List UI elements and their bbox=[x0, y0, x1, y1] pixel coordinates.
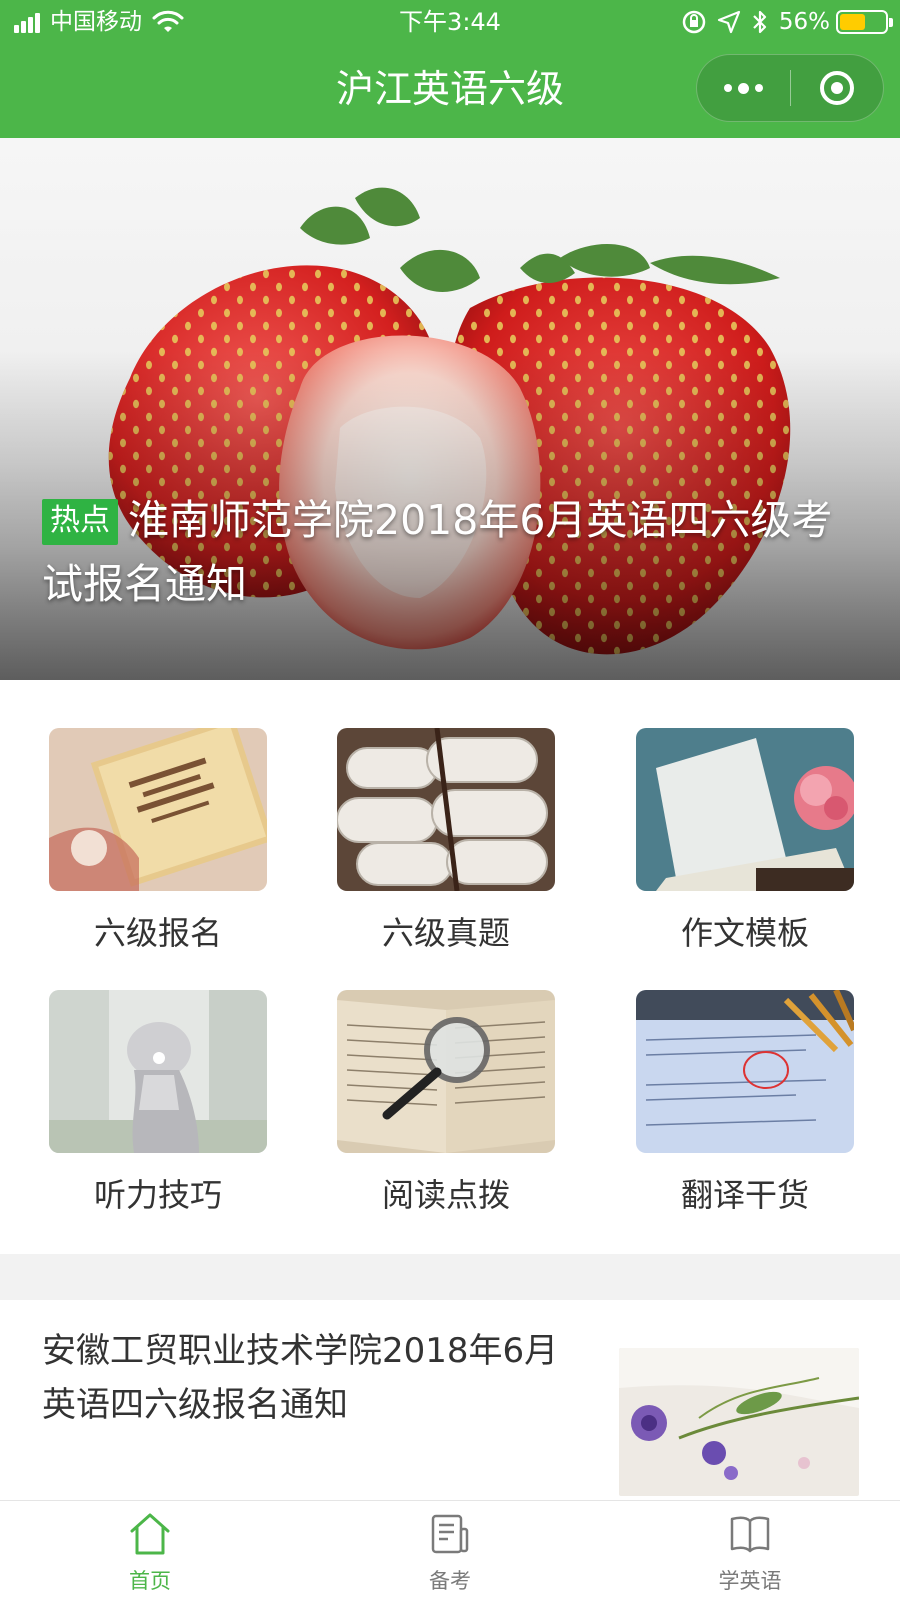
target-close-icon bbox=[819, 71, 854, 105]
home-icon bbox=[130, 1513, 170, 1555]
hot-tag: 热点 bbox=[42, 499, 118, 545]
article-thumbnail bbox=[619, 1348, 859, 1496]
banner-caption[interactable]: 热点 淮南师范学院2018年6月英语四六级考试报名通知 bbox=[42, 488, 842, 616]
category-cet6-past-papers[interactable]: 六级真题 bbox=[337, 728, 555, 955]
location-icon bbox=[717, 10, 740, 34]
more-button[interactable] bbox=[697, 55, 790, 121]
category-grid: 六级报名 六级真题 作文模板 听力技巧 阅读点拨 翻译干货 bbox=[0, 680, 900, 1254]
tab-label: 学英语 bbox=[718, 1569, 782, 1593]
bluetooth-icon bbox=[753, 10, 766, 34]
battery-percent: 56% bbox=[778, 9, 830, 35]
app-header: 中国移动 下午3:44 56% 沪江英语六级 bbox=[0, 0, 900, 138]
more-dots-icon bbox=[721, 82, 766, 94]
orientation-lock-icon bbox=[682, 10, 706, 34]
category-label: 六级报名 bbox=[93, 914, 222, 952]
tab-home[interactable]: 首页 bbox=[0, 1501, 300, 1600]
category-label: 听力技巧 bbox=[93, 1176, 222, 1214]
category-label: 六级真题 bbox=[381, 914, 510, 952]
battery-icon bbox=[836, 10, 893, 34]
category-cet6-registration[interactable]: 六级报名 bbox=[49, 728, 267, 955]
notebook-icon bbox=[431, 1514, 469, 1554]
close-button[interactable] bbox=[791, 55, 884, 121]
category-translation-tips[interactable]: 翻译干货 bbox=[636, 990, 854, 1217]
book-icon bbox=[730, 1516, 770, 1553]
category-label: 阅读点拨 bbox=[381, 1176, 510, 1214]
article-title: 安徽工贸职业技术学院2018年6月英语四六级报名通知 bbox=[42, 1331, 559, 1425]
category-image bbox=[49, 728, 267, 891]
mini-program-capsule bbox=[696, 54, 884, 122]
article-card[interactable]: 安徽工贸职业技术学院2018年6月英语四六级报名通知 bbox=[0, 1300, 900, 1500]
category-label: 翻译干货 bbox=[680, 1176, 809, 1214]
category-image bbox=[636, 990, 854, 1153]
category-image bbox=[337, 728, 555, 891]
category-image bbox=[337, 990, 555, 1153]
status-bar: 中国移动 下午3:44 56% bbox=[0, 0, 900, 44]
category-listening-tips[interactable]: 听力技巧 bbox=[49, 990, 267, 1217]
navigation-bar: 沪江英语六级 bbox=[0, 44, 900, 138]
category-reading-guide[interactable]: 阅读点拨 bbox=[337, 990, 555, 1217]
category-image bbox=[636, 728, 854, 891]
category-image bbox=[49, 990, 267, 1153]
category-essay-templates[interactable]: 作文模板 bbox=[636, 728, 854, 955]
tab-learn-english[interactable]: 学英语 bbox=[600, 1501, 900, 1600]
battery-level bbox=[840, 14, 865, 30]
category-label: 作文模板 bbox=[680, 914, 809, 952]
tab-label: 首页 bbox=[129, 1569, 171, 1593]
tab-label: 备考 bbox=[429, 1569, 471, 1593]
tab-bar: 首页 备考 学英语 bbox=[0, 1500, 900, 1600]
tab-prepare[interactable]: 备考 bbox=[300, 1501, 600, 1600]
banner-title: 淮南师范学院2018年6月英语四六级考试报名通知 bbox=[42, 496, 833, 608]
hero-banner[interactable]: 热点 淮南师范学院2018年6月英语四六级考试报名通知 bbox=[0, 138, 900, 680]
